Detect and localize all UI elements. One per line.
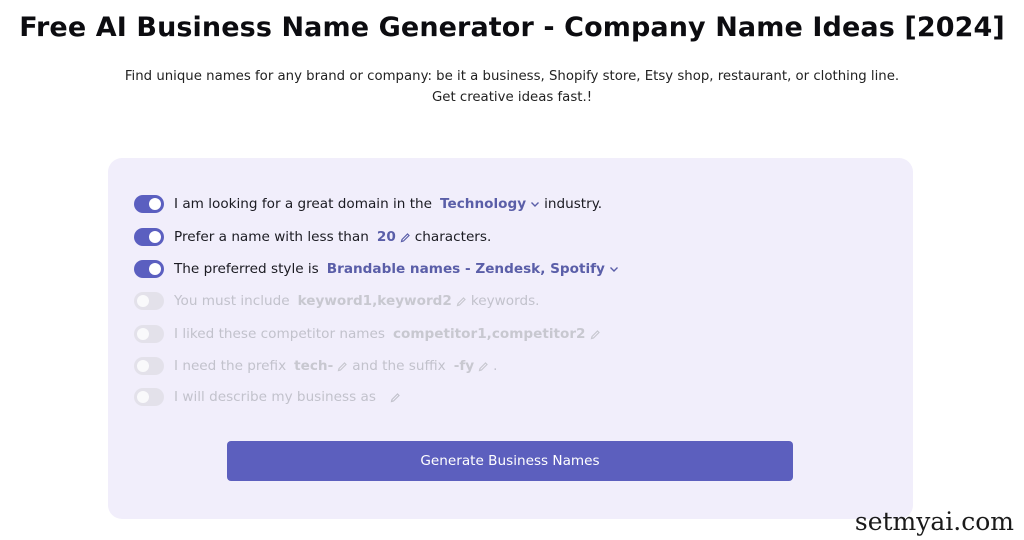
- prefix-edit[interactable]: tech-: [294, 358, 348, 374]
- option-style: The preferred style is Brandable names -…: [134, 259, 623, 279]
- prefix-value: tech-: [294, 358, 334, 374]
- toggle-knob: [137, 295, 149, 307]
- suffix-value: -fy: [453, 358, 475, 374]
- competitors-label: I liked these competitor names: [174, 326, 385, 342]
- competitors-value: competitor1,competitor2: [392, 326, 586, 342]
- industry-label: I am looking for a great domain in the: [174, 196, 433, 212]
- pencil-icon: [590, 329, 601, 340]
- toggle-knob: [149, 263, 161, 275]
- subtitle-line-1: Find unique names for any brand or compa…: [124, 69, 900, 84]
- toggle-knob: [137, 391, 149, 403]
- length-label: Prefer a name with less than: [174, 229, 369, 245]
- industry-value: Technology: [440, 196, 527, 212]
- option-description: I will describe my business as: [134, 387, 401, 407]
- suffix-label: and the suffix: [352, 358, 446, 374]
- industry-dropdown[interactable]: Technology: [440, 196, 540, 212]
- pencil-icon: [478, 361, 489, 372]
- length-toggle[interactable]: [134, 228, 164, 246]
- description-label: I will describe my business as: [174, 389, 376, 405]
- toggle-knob: [137, 360, 149, 372]
- pencil-icon: [456, 296, 467, 307]
- option-keywords: You must include keyword1,keyword2 keywo…: [134, 291, 539, 311]
- style-value: Brandable names - Zendesk, Spotify: [326, 261, 605, 277]
- keywords-value: keyword1,keyword2: [297, 293, 452, 309]
- style-label: The preferred style is: [174, 261, 319, 277]
- affix-toggle[interactable]: [134, 357, 164, 375]
- subtitle-line-2: Get creative ideas fast.!: [431, 90, 593, 105]
- competitors-toggle[interactable]: [134, 325, 164, 343]
- industry-toggle[interactable]: [134, 195, 164, 213]
- pencil-icon[interactable]: [390, 392, 401, 403]
- competitors-edit[interactable]: competitor1,competitor2: [393, 326, 601, 342]
- keywords-label: You must include: [174, 293, 290, 309]
- length-value: 20: [376, 229, 396, 245]
- keywords-toggle[interactable]: [134, 292, 164, 310]
- suffix-edit[interactable]: -fy: [454, 358, 489, 374]
- industry-suffix: industry.: [544, 196, 603, 212]
- pencil-icon: [337, 361, 348, 372]
- chevron-down-icon: [609, 264, 619, 274]
- keywords-suffix: keywords.: [470, 293, 540, 309]
- option-industry: I am looking for a great domain in the T…: [134, 194, 602, 214]
- chevron-down-icon: [530, 199, 540, 209]
- watermark: setmyai.com: [854, 507, 1014, 536]
- description-toggle[interactable]: [134, 388, 164, 406]
- length-suffix: characters.: [414, 229, 492, 245]
- page-subtitle: Find unique names for any brand or compa…: [0, 66, 1024, 108]
- toggle-knob: [149, 198, 161, 210]
- pencil-icon: [400, 232, 411, 243]
- option-competitors: I liked these competitor names competito…: [134, 324, 605, 344]
- option-affix: I need the prefix tech- and the suffix -…: [134, 356, 497, 376]
- keywords-edit[interactable]: keyword1,keyword2: [298, 293, 467, 309]
- style-dropdown[interactable]: Brandable names - Zendesk, Spotify: [327, 261, 619, 277]
- prefix-label: I need the prefix: [174, 358, 287, 374]
- style-toggle[interactable]: [134, 260, 164, 278]
- generator-panel: I am looking for a great domain in the T…: [108, 158, 913, 519]
- option-length: Prefer a name with less than 20 characte…: [134, 227, 491, 247]
- page-title: Free AI Business Name Generator - Compan…: [19, 12, 1005, 43]
- generate-button[interactable]: Generate Business Names: [227, 441, 793, 481]
- toggle-knob: [149, 231, 161, 243]
- affix-end: .: [493, 358, 498, 374]
- length-edit[interactable]: 20: [377, 229, 411, 245]
- toggle-knob: [137, 328, 149, 340]
